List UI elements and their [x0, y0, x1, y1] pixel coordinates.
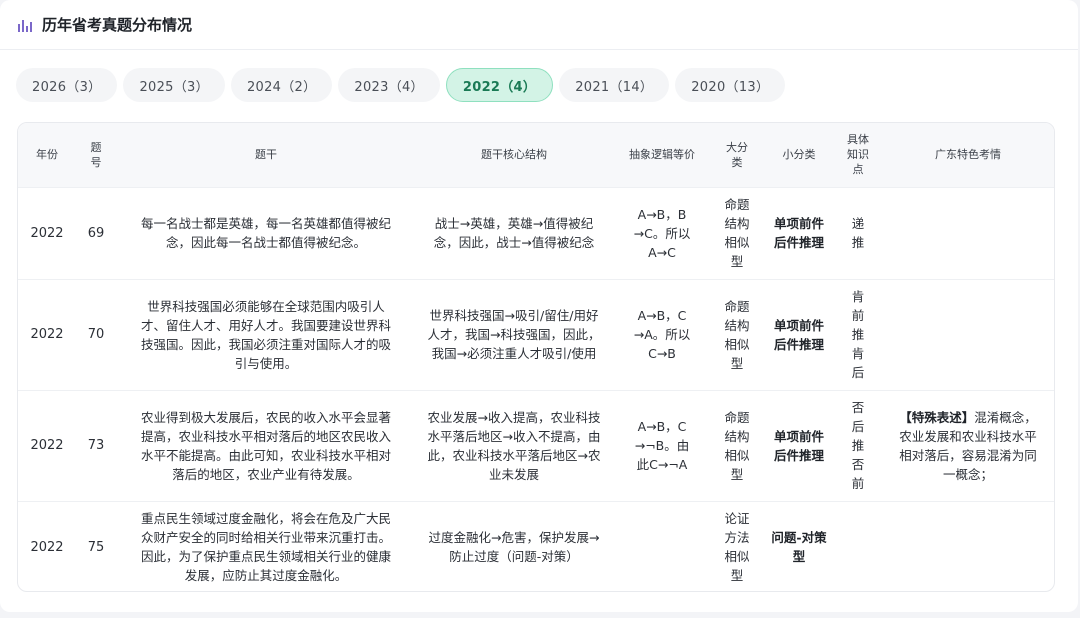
tab-2025[interactable]: 2025（3）	[123, 68, 225, 102]
table-row: 2022 69 每一名战士都是英雄，每一名英雄都值得被纪念，因此每一名战士都值得…	[18, 186, 1054, 279]
cell-minor: 单项前件后件推理	[762, 186, 836, 279]
tab-2020[interactable]: 2020（13）	[675, 68, 786, 102]
col-header-minor: 小分类	[782, 148, 816, 162]
cell-stem: 每一名战士都是英雄，每一名英雄都值得被纪念，因此每一名战士都值得被纪念。	[116, 186, 416, 279]
cell-major: 命题结构相似型	[712, 186, 762, 279]
distribution-card: 历年省考真题分布情况 2026（3） 2025（3） 2024（2） 2023（…	[0, 0, 1078, 612]
cell-year: 2022	[18, 186, 76, 279]
cell-year: 2022	[18, 500, 76, 591]
cell-guangdong	[880, 278, 1054, 390]
col-header-qnum: 题号	[90, 140, 102, 169]
col-header-core: 题干核心结构	[481, 148, 547, 162]
col-header-guangdong: 广东特色考情	[935, 148, 1001, 162]
cell-abstract: A→B，B→C。所以A→C	[612, 186, 712, 279]
cell-core: 世界科技强国→吸引/留住/用好人才，我国→科技强国，因此，我国→必须注重人才吸引…	[416, 278, 612, 390]
cell-knowledge	[836, 500, 880, 591]
cell-stem: 重点民生领域过度金融化，将会在危及广大民众财产安全的同时给相关行业带来沉重打击。…	[116, 500, 416, 591]
table-row: 2022 73 农业得到极大发展后，农民的收入水平会显著提高，农业科技水平相对落…	[18, 389, 1054, 501]
cell-guangdong	[880, 186, 1054, 279]
page-title: 历年省考真题分布情况	[42, 16, 193, 34]
tab-2026[interactable]: 2026（3）	[16, 68, 118, 102]
bar-chart-icon	[18, 18, 34, 32]
col-header-abstract: 抽象逻辑等价	[629, 148, 695, 162]
tab-2023[interactable]: 2023（4）	[338, 68, 440, 102]
cell-abstract	[612, 500, 712, 591]
col-header-major: 大分类	[726, 140, 748, 169]
card-header: 历年省考真题分布情况	[0, 0, 1078, 50]
cell-year: 2022	[18, 389, 76, 501]
cell-minor: 问题-对策型	[762, 500, 836, 591]
cell-knowledge: 否后推否前	[836, 389, 880, 501]
table-row: 2022 70 世界科技强国必须能够在全球范围内吸引人才、留住人才、用好人才。我…	[18, 278, 1054, 390]
cell-guangdong	[880, 500, 1054, 591]
table-row: 2022 75 重点民生领域过度金融化，将会在危及广大民众财产安全的同时给相关行…	[18, 500, 1054, 591]
col-header-year: 年份	[36, 148, 58, 162]
year-tabs: 2026（3） 2025（3） 2024（2） 2023（4） 2022（4） …	[16, 68, 786, 102]
tab-2024[interactable]: 2024（2）	[230, 68, 333, 102]
col-header-stem: 题干	[255, 148, 277, 162]
tab-2021[interactable]: 2021（14）	[559, 68, 670, 102]
cell-stem: 世界科技强国必须能够在全球范围内吸引人才、留住人才、用好人才。我国要建设世界科技…	[116, 278, 416, 390]
cell-qnum: 70	[76, 278, 116, 390]
cell-major: 论证方法相似型	[712, 500, 762, 591]
cell-qnum: 75	[76, 500, 116, 591]
cell-knowledge: 递推	[836, 186, 880, 279]
cell-core: 过度金融化→危害，保护发展→防止过度（问题-对策）	[416, 500, 612, 591]
col-header-knowledge: 具体知识点	[847, 133, 869, 177]
cell-abstract: A→B，C→¬B。由此C→¬A	[612, 389, 712, 501]
questions-table: 年份 题号 题干 题干核心结构 抽象逻辑等价 大分类 小分类 具体知识点 广东特…	[17, 122, 1055, 592]
cell-major: 命题结构相似型	[712, 389, 762, 501]
cell-knowledge: 肯前推肯后	[836, 278, 880, 390]
cell-core: 农业发展→收入提高，农业科技水平落后地区→收入不提高，由此，农业科技水平落后地区…	[416, 389, 612, 501]
cell-qnum: 69	[76, 186, 116, 279]
cell-year: 2022	[18, 278, 76, 390]
cell-minor: 单项前件后件推理	[762, 278, 836, 390]
cell-abstract: A→B，C→A。所以C→B	[612, 278, 712, 390]
tab-2022[interactable]: 2022（4）	[445, 68, 554, 102]
table-header-row: 年份 题号 题干 题干核心结构 抽象逻辑等价 大分类 小分类 具体知识点 广东特…	[18, 123, 1054, 187]
cell-guangdong: 【特殊表述】混淆概念，农业发展和农业科技水平相对落后，容易混淆为同一概念；	[880, 389, 1054, 501]
cell-major: 命题结构相似型	[712, 278, 762, 390]
cell-stem: 农业得到极大发展后，农民的收入水平会显著提高，农业科技水平相对落后的地区农民收入…	[116, 389, 416, 501]
cell-core: 战士→英雄，英雄→值得被纪念，因此，战士→值得被纪念	[416, 186, 612, 279]
cell-minor: 单项前件后件推理	[762, 389, 836, 501]
cell-qnum: 73	[76, 389, 116, 501]
